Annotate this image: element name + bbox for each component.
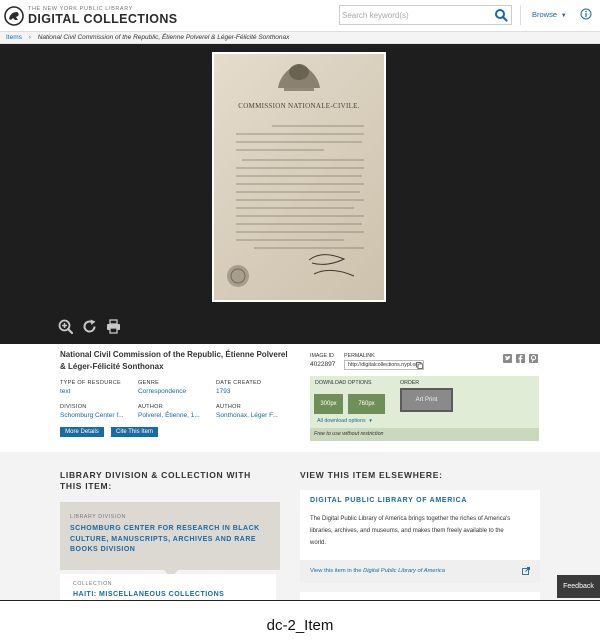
division-card[interactable]: LIBRARY DIVISION SCHOMBURG CENTER FOR RE… (60, 502, 280, 570)
download-options-label: DOWNLOAD OPTIONS (315, 380, 372, 386)
author-value-link[interactable]: Sonthonax, Léger F... (216, 412, 278, 419)
dpla-link-prefix: View this item in the (310, 568, 364, 574)
date-label: DATE CREATED (216, 380, 262, 386)
header-divider (520, 5, 521, 25)
item-info-section: National Civil Commission of the Republi… (0, 344, 600, 452)
search-box (339, 5, 512, 25)
permalink-label: PERMALINK (344, 353, 375, 359)
search-input[interactable] (342, 8, 492, 22)
zoom-in-icon[interactable] (58, 319, 73, 334)
info-icon[interactable] (580, 8, 592, 20)
rotate-icon[interactable] (82, 319, 97, 334)
download-panel: DOWNLOAD OPTIONS ORDER 300px 760px All d… (310, 376, 539, 441)
print-icon[interactable] (106, 319, 121, 334)
author-label: AUTHOR (216, 404, 242, 410)
author-value-link[interactable]: Polverel, Étienne, 1... (138, 412, 200, 419)
twitter-icon[interactable] (503, 354, 512, 363)
document-paper: COMMISSION NATIONALE-CIVILE. (214, 54, 384, 300)
document-image[interactable]: COMMISSION NATIONALE-CIVILE. (212, 52, 386, 302)
document-scan-graphic (227, 64, 364, 287)
type-label: TYPE OF RESOURCE (60, 380, 122, 386)
dpla-card: DIGITAL PUBLIC LIBRARY OF AMERICA The Di… (300, 490, 540, 583)
external-link-icon (522, 567, 530, 575)
nypl-lion-logo-icon[interactable] (4, 6, 24, 26)
more-details-button[interactable]: More Details (60, 427, 104, 437)
dpla-view-link[interactable]: View this item in the Digital Public Lib… (310, 568, 445, 574)
breadcrumb-items-link[interactable]: Items (6, 34, 22, 41)
feedback-button[interactable]: Feedback (557, 575, 600, 598)
browse-menu-button[interactable]: Browse ▼ (532, 10, 567, 19)
logo-title[interactable]: DIGITAL COLLECTIONS (28, 12, 178, 26)
image-id-label: IMAGE ID (310, 353, 334, 359)
divider (0, 600, 600, 601)
collection-label: COLLECTION (73, 581, 113, 587)
breadcrumb-current: National Civil Commission of the Republi… (37, 34, 290, 41)
chevron-right-icon: › (28, 34, 31, 41)
division-section-title: LIBRARY DIVISION & COLLECTION WITH THIS … (60, 470, 251, 491)
item-title: National Civil Commission of the Republi… (60, 350, 288, 371)
order-label: ORDER (400, 380, 420, 386)
search-icon[interactable] (494, 8, 508, 22)
download-300px-button[interactable]: 300px (314, 394, 343, 414)
elsewhere-section-title: VIEW THIS ITEM ELSEWHERE: (300, 470, 443, 480)
pinterest-icon[interactable] (529, 354, 538, 363)
image-id-value: 4022897 (310, 361, 336, 368)
all-download-options-link[interactable]: All download options ▼ (317, 418, 373, 424)
site-header: THE NEW YORK PUBLIC LIBRARY DIGITAL COLL… (0, 0, 600, 32)
breadcrumb: Items › National Civil Commission of the… (0, 32, 600, 44)
genre-value-link[interactable]: Correspondence (138, 388, 186, 395)
caption: dc-2_Item (266, 617, 334, 634)
all-download-options-label: All download options (317, 418, 366, 424)
library-division-label: LIBRARY DIVISION (70, 514, 126, 520)
date-value-link[interactable]: 1793 (216, 388, 230, 395)
cite-item-button[interactable]: Cite This Item (111, 427, 158, 437)
dpla-title-link[interactable]: DIGITAL PUBLIC LIBRARY OF AMERICA (310, 497, 467, 504)
chevron-down-icon: ▼ (559, 13, 567, 19)
document-heading: COMMISSION NATIONALE-CIVILE. (238, 102, 360, 110)
collection-link[interactable]: HAITI: MISCELLANEOUS COLLECTIONS (73, 591, 224, 598)
copy-icon[interactable] (416, 362, 423, 369)
related-section: LIBRARY DIVISION & COLLECTION WITH THIS … (0, 452, 600, 601)
dpla-link-row[interactable]: View this item in the Digital Public Lib… (300, 560, 540, 583)
division-value-link[interactable]: Schomburg Center f... (60, 412, 124, 419)
division-label: DIVISION (60, 404, 87, 410)
division-link[interactable]: SCHOMBURG CENTER FOR RESEARCH IN BLACK C… (70, 524, 265, 556)
download-760px-button[interactable]: 760px (348, 394, 385, 414)
type-value-link[interactable]: text (60, 388, 70, 395)
author-label: AUTHOR (138, 404, 164, 410)
genre-label: GENRE (138, 380, 160, 386)
collection-card[interactable]: COLLECTION HAITI: MISCELLANEOUS COLLECTI… (60, 574, 276, 601)
image-viewer[interactable]: COMMISSION NATIONALE-CIVILE. (0, 44, 600, 344)
dpla-description: The Digital Public Library of America br… (310, 516, 511, 546)
dpla-link-name: Digital Public Library of America (363, 568, 446, 574)
chevron-down-icon: ▼ (367, 418, 373, 423)
permalink-field[interactable]: http://digitalcollections.nypl.org (344, 360, 424, 370)
page: THE NEW YORK PUBLIC LIBRARY DIGITAL COLL… (0, 0, 600, 640)
art-print-button[interactable]: Art Print (400, 388, 453, 412)
browse-label: Browse (532, 10, 558, 19)
facebook-icon[interactable] (516, 354, 525, 363)
rights-statement: Free to use without restriction (310, 428, 539, 441)
